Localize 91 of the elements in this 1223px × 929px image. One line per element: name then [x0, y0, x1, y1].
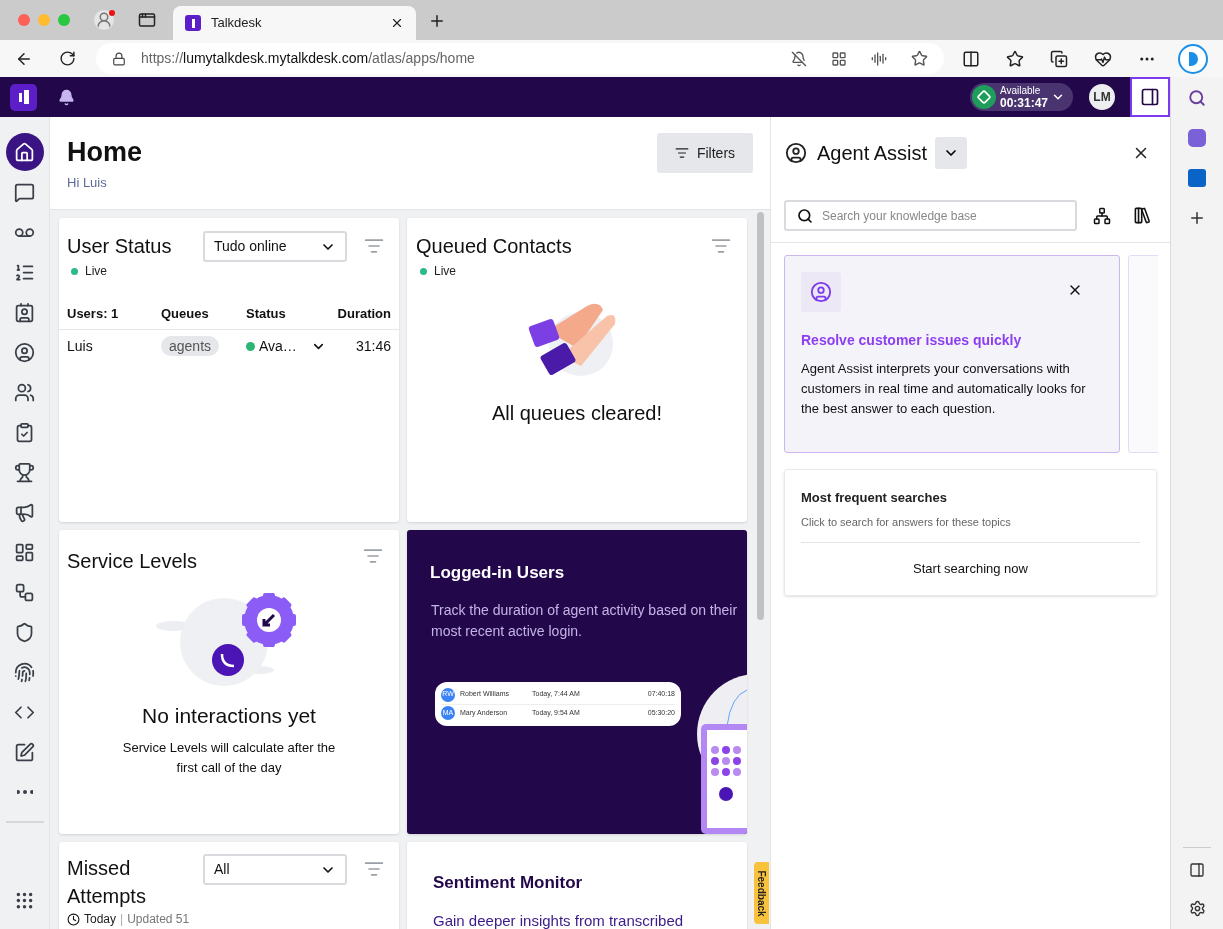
sidebar-panel-icon[interactable]: [1189, 862, 1205, 878]
nav-item[interactable]: [5, 133, 44, 171]
status-label: Available: [1000, 85, 1042, 96]
apps-add-icon[interactable]: [831, 50, 847, 67]
empty-state-detail: Service Levels will calculate after the first call of the day: [121, 738, 337, 777]
column-header: Users: 1: [67, 304, 120, 323]
panel-title: Agent Assist: [817, 141, 928, 166]
favorite-icon[interactable]: [911, 50, 928, 67]
profile-icon[interactable]: [94, 10, 114, 30]
queue-chip: agents: [161, 335, 220, 356]
people-icon: [14, 381, 35, 403]
status-timer: 00:31:47: [1000, 96, 1049, 109]
status-selector[interactable]: Available 00:31:47: [970, 83, 1073, 111]
tip-title: Resolve customer issues quickly: [801, 331, 1023, 350]
panel-menu-button[interactable]: [935, 137, 968, 169]
column-header: Status: [246, 304, 287, 323]
home-icon: [14, 141, 35, 163]
bell-off-icon[interactable]: [791, 50, 807, 67]
card-title: Queued Contacts: [416, 234, 572, 259]
filter-icon[interactable]: [364, 859, 384, 879]
url-text: https://lumytalkdesk.mytalkdesk.com/atlas/apps/home: [141, 49, 475, 68]
shield-icon: [14, 621, 35, 643]
page-title: Home: [67, 136, 142, 169]
browser-tab[interactable]: Talkdesk: [173, 6, 416, 40]
tip-body: Agent Assist interprets your conversations with customers in real time and automatically looks for the best answer to each question.: [801, 360, 1087, 418]
tab-title: Talkdesk: [211, 14, 263, 33]
search-icon[interactable]: [1188, 89, 1206, 107]
scrollbar-thumb[interactable]: [757, 212, 764, 620]
table-cell-text: 31:46: [354, 336, 391, 356]
contact-card-icon: [14, 301, 35, 323]
card-description: Track the duration of agent activity based on their most recent active login.: [431, 600, 739, 641]
start-searching-button[interactable]: Start searching now: [801, 543, 1140, 595]
tab-actions-icon[interactable]: [138, 11, 156, 29]
card-subtitle: Click to search for answers for these topics: [801, 513, 1140, 543]
fingerprint-icon: [14, 661, 35, 683]
filter-icon[interactable]: [711, 236, 731, 256]
empty-state-message: No interactions yet: [141, 703, 317, 729]
feedback-tab[interactable]: Feedback: [754, 862, 769, 924]
table-cell-text: Luis: [67, 336, 94, 356]
view-select[interactable]: All: [203, 854, 347, 885]
card-description: Gain deeper insights from transcribed: [433, 910, 685, 929]
updated-label: Updated 51: [127, 911, 190, 928]
clipboard-check-icon: [14, 421, 35, 443]
notifications-icon[interactable]: [58, 88, 75, 106]
new-tab-icon[interactable]: [428, 12, 446, 30]
edit-icon: [14, 741, 35, 763]
close-tab-icon[interactable]: [390, 16, 404, 30]
clock-icon: [67, 912, 80, 926]
lock-icon: [112, 51, 126, 66]
period-label: Today: [84, 911, 117, 928]
column-header: Queues: [161, 304, 210, 323]
card-title: Sentiment Monitor: [433, 872, 584, 894]
dashboard-icon: [14, 541, 35, 563]
health-icon[interactable]: [1094, 49, 1112, 68]
filter-icon[interactable]: [363, 546, 383, 566]
person-icon: [14, 341, 35, 363]
collections-icon[interactable]: [1050, 49, 1068, 68]
filter-icon: [674, 146, 689, 160]
card-title: Logged-in Users: [430, 562, 566, 584]
add-icon[interactable]: [1188, 209, 1206, 227]
settings-icon[interactable]: [1188, 900, 1206, 917]
status-dropdown[interactable]: Ava…: [246, 335, 326, 357]
search-field[interactable]: Search your knowledge base: [784, 200, 1077, 231]
card-title: Most frequent searches: [801, 489, 948, 507]
live-label: Live: [85, 263, 107, 280]
separator: |: [120, 911, 124, 928]
split-screen-icon[interactable]: [962, 49, 980, 68]
live-label: Live: [434, 263, 456, 280]
column-header: Duration: [336, 304, 391, 323]
address-field[interactable]: https://lumytalkdesk.mytalkdesk.com/atlas/apps/home: [96, 43, 944, 74]
greeting: Hi Luis: [67, 174, 108, 192]
more-icon: [16, 790, 33, 794]
trophy-icon: [14, 461, 35, 483]
flow-icon: [14, 581, 35, 603]
card-title: Missed Attempts: [67, 856, 147, 909]
megaphone-icon: [14, 501, 35, 523]
reload-icon[interactable]: [59, 50, 76, 67]
search-icon: [797, 208, 813, 224]
card-title: User Status: [67, 234, 173, 259]
favorites-list-icon[interactable]: [1006, 49, 1024, 68]
read-aloud-icon[interactable]: [871, 50, 887, 67]
panel-toggle-button[interactable]: [1130, 77, 1170, 117]
card-title: Service Levels: [67, 549, 198, 574]
user-avatar[interactable]: LM: [1089, 84, 1115, 110]
filters-button[interactable]: Filters: [657, 133, 753, 173]
filter-icon[interactable]: [364, 236, 384, 256]
hierarchy-icon[interactable]: [1093, 206, 1111, 225]
library-icon[interactable]: [1133, 206, 1152, 225]
view-select[interactable]: Tudo online: [203, 231, 347, 262]
empty-state-message: All queues cleared!: [490, 401, 664, 426]
panel-icon: [1140, 87, 1160, 107]
